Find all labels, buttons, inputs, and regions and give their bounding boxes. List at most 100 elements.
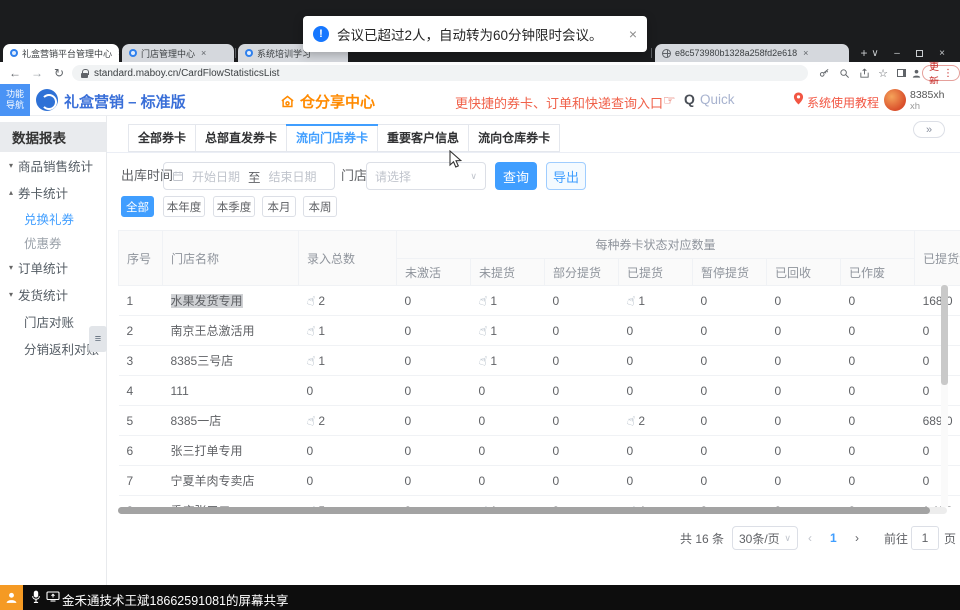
count-cell: 0 xyxy=(619,436,693,466)
count-value: 1 xyxy=(490,324,497,338)
sidebar-item-order-stats[interactable]: ▾ 订单统计 xyxy=(0,254,106,281)
forward-button[interactable]: → xyxy=(28,62,46,84)
browser-update-button[interactable]: 更新 ⋮ xyxy=(922,65,960,81)
count-cell[interactable]: ☝2 xyxy=(299,286,397,316)
quick-label[interactable]: Quick xyxy=(700,92,735,107)
sidebar-item-product-sales[interactable]: ▾ 商品销售统计 xyxy=(0,152,106,179)
reload-button[interactable]: ↻ xyxy=(50,62,68,84)
count-cell[interactable]: ☝1 xyxy=(471,346,545,376)
count-cell[interactable]: ☝4 xyxy=(619,496,693,508)
browser-tab[interactable]: 门店管理中心 × xyxy=(122,44,234,62)
store-select[interactable]: 请选择 ∨ xyxy=(366,162,486,190)
count-cell: 0 xyxy=(471,436,545,466)
statistics-table: 序号 门店名称 录入总数 每种券卡状态对应数量 已提货金额 未激活 未提货 部分… xyxy=(118,230,960,507)
next-page-button[interactable]: › xyxy=(855,526,859,550)
store-name: 8385一店 xyxy=(171,414,222,428)
tab-hq-direct-cards[interactable]: 总部直发券卡 xyxy=(196,125,287,151)
count-cell: 0 xyxy=(397,466,471,496)
horizontal-scrollbar[interactable] xyxy=(118,507,947,514)
sidebar-collapse-handle[interactable]: ≡ xyxy=(89,326,107,352)
count-cell[interactable]: ☝1 xyxy=(619,286,693,316)
quick-filter-quarter[interactable]: 本季度 xyxy=(213,196,255,217)
horizontal-scrollbar-thumb[interactable] xyxy=(118,507,930,514)
zoom-icon[interactable] xyxy=(836,62,852,84)
vertical-scrollbar[interactable] xyxy=(941,285,948,507)
sidebar-item-card-stats[interactable]: ▴ 券卡统计 xyxy=(0,179,106,206)
sidebar-item-shipping-stats[interactable]: ▾ 发货统计 xyxy=(0,281,106,308)
address-bar[interactable]: standard.maboy.cn/CardFlowStatisticsList xyxy=(72,65,808,81)
window-maximize-button[interactable] xyxy=(910,44,928,62)
function-nav-button[interactable]: 功能 导航 xyxy=(0,84,30,116)
chevron-down-icon: ∨ xyxy=(784,533,791,544)
tab-warehouse-flow-cards[interactable]: 流向仓库券卡 xyxy=(469,125,559,151)
bookmark-star-icon[interactable]: ☆ xyxy=(875,62,891,84)
col-header-status: 部分提货 xyxy=(545,259,619,286)
count-cell[interactable]: ☝1 xyxy=(299,316,397,346)
quick-filter-all[interactable]: 全部 xyxy=(121,196,154,217)
export-button[interactable]: 导出 xyxy=(546,162,586,190)
count-cell[interactable]: ☝1 xyxy=(471,286,545,316)
count-cell[interactable]: ☝5 xyxy=(299,496,397,508)
sidebar-item-discount-coupon[interactable]: 优惠券 xyxy=(0,230,106,254)
collapse-panel-button[interactable]: » xyxy=(913,121,945,138)
count-cell: 0 xyxy=(767,376,841,406)
quick-filter-month[interactable]: 本月 xyxy=(262,196,296,217)
count-cell: 0 xyxy=(841,286,915,316)
count-cell[interactable]: ☝1 xyxy=(471,316,545,346)
amount-cell: 0 xyxy=(915,466,960,496)
sidebar-item-label: 发货统计 xyxy=(18,285,68,304)
user-avatar[interactable] xyxy=(884,89,906,111)
back-button[interactable]: ← xyxy=(6,62,24,84)
tab-close-icon[interactable]: × xyxy=(201,48,206,58)
col-header-amount: 已提货金额 xyxy=(915,231,960,286)
system-tutorial-link[interactable]: 系统使用教程 xyxy=(807,94,879,111)
tab-close-icon[interactable]: × xyxy=(118,48,119,58)
browser-tab-active[interactable]: 礼盒营销平台管理中心 × xyxy=(3,44,119,62)
tab-search-icon[interactable]: ∨ xyxy=(866,44,884,62)
tab-store-flow-cards[interactable]: 流向门店券卡 xyxy=(287,125,378,151)
tab-all-cards[interactable]: 全部券卡 xyxy=(129,125,196,151)
content-tabs: 全部券卡 总部直发券卡 流向门店券卡 重要客户信息 流向仓库券卡 xyxy=(128,124,560,152)
goto-page-input[interactable]: 1 xyxy=(911,526,939,550)
count-cell[interactable]: ☝1 xyxy=(299,346,397,376)
vertical-scrollbar-thumb[interactable] xyxy=(941,285,948,385)
quick-filter-week[interactable]: 本周 xyxy=(303,196,337,217)
page-number[interactable]: 1 xyxy=(830,526,837,550)
quick-search-icon[interactable]: Q xyxy=(684,91,695,107)
col-header-status: 已作废 xyxy=(841,259,915,286)
tab-close-icon[interactable]: × xyxy=(803,48,808,58)
pointer-hand-icon: ☝ xyxy=(477,352,488,369)
store-name-cell: 宁夏羊肉专卖店 xyxy=(163,466,299,496)
location-pin-icon xyxy=(793,92,804,110)
filter-row: 出库时间 开始日期 至 结束日期 门店 请选择 ∨ 查询 导出 xyxy=(107,162,960,190)
store-name-cell: 重庆张三二 xyxy=(163,496,299,508)
prev-page-button[interactable]: ‹ xyxy=(808,526,812,550)
amount-cell: 0 xyxy=(915,316,960,346)
end-date-placeholder: 结束日期 xyxy=(269,168,317,185)
browser-menu-icon[interactable]: ⋮ xyxy=(943,68,953,79)
store-name-cell: 张三打单专用 xyxy=(163,436,299,466)
count-cell[interactable]: ☝2 xyxy=(299,406,397,436)
amount-cell: 1,152 xyxy=(915,496,960,508)
count-cell: 0 xyxy=(841,436,915,466)
count-cell: 0 xyxy=(693,286,767,316)
date-range-input[interactable]: 开始日期 至 结束日期 xyxy=(163,162,335,190)
page-size-select[interactable]: 30条/页 ∨ xyxy=(732,526,798,550)
table-row: 1 水果发货专用 ☝2 0 ☝1 0 ☝1 0 0 0 168.0 xyxy=(119,286,960,316)
search-button[interactable]: 查询 xyxy=(495,162,537,190)
meeting-toast: ! 会议已超过2人，自动转为60分钟限时会议。 × xyxy=(303,16,647,52)
browser-tab[interactable]: e8c573980b1328a258fd2e618 × xyxy=(655,44,849,62)
warehouse-share-center-link[interactable]: 仓分享中心 xyxy=(280,91,375,112)
side-panel-icon[interactable] xyxy=(893,62,909,84)
password-key-icon[interactable] xyxy=(816,62,832,84)
count-cell: 0 xyxy=(841,346,915,376)
toast-close-icon[interactable]: × xyxy=(629,26,637,42)
quick-filter-year[interactable]: 本年度 xyxy=(163,196,205,217)
count-cell[interactable]: ☝2 xyxy=(619,406,693,436)
window-minimize-button[interactable]: – xyxy=(888,44,906,62)
store-name: 张三打单专用 xyxy=(171,444,243,458)
tab-key-customer-info[interactable]: 重要客户信息 xyxy=(378,125,469,151)
sidebar-item-exchange-coupon[interactable]: 兑换礼券 xyxy=(0,206,106,230)
count-cell[interactable]: ☝1 xyxy=(471,496,545,508)
share-icon[interactable] xyxy=(856,62,872,84)
